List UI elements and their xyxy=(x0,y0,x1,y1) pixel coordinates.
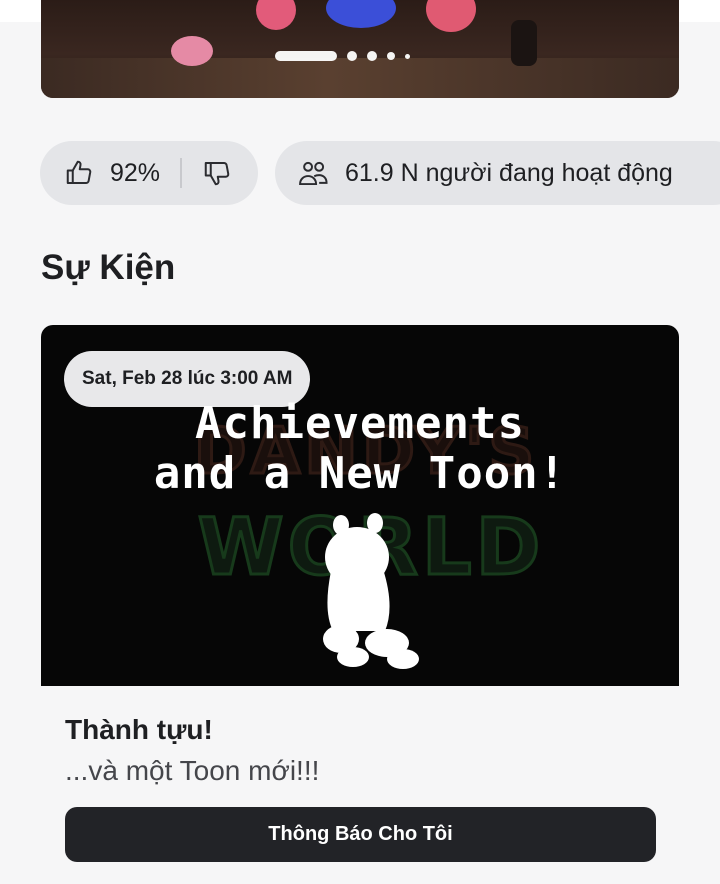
active-users-count: 61.9 N người đang hoạt động xyxy=(345,158,673,187)
toon-silhouette-icon xyxy=(323,513,419,669)
carousel-dot[interactable] xyxy=(346,51,357,61)
game-thumbnail-carousel[interactable] xyxy=(41,0,679,98)
active-users-pill: 61.9 N người đang hoạt động xyxy=(275,141,720,205)
like-percentage: 92% xyxy=(110,158,161,187)
notify-me-button[interactable]: Thông Báo Cho Tôi xyxy=(65,807,656,862)
carousel-dot[interactable] xyxy=(386,52,395,60)
event-headline-line1: Achievements xyxy=(195,398,525,449)
vote-divider xyxy=(180,158,183,188)
carousel-image-figure xyxy=(326,0,396,28)
thumbs-up-icon xyxy=(66,160,92,184)
carousel-dot[interactable] xyxy=(274,51,337,61)
upvote-button[interactable]: 92% xyxy=(64,158,160,188)
people-icon xyxy=(299,161,328,186)
downvote-button[interactable] xyxy=(202,158,232,188)
event-banner[interactable]: DANDY'S WORLD Sat, Feb 28 lúc 3:00 AM Ac… xyxy=(41,325,679,686)
vote-pill: 92% xyxy=(40,141,258,205)
event-headline-line2: and a New Toon! xyxy=(153,448,567,499)
event-banner-headline: Achievements and a New Toon! xyxy=(41,399,679,499)
carousel-pagination xyxy=(41,51,679,61)
event-description: ...và một Toon mới!!! xyxy=(65,755,320,786)
carousel-image-figure xyxy=(256,0,296,30)
event-title: Thành tựu! xyxy=(65,714,213,745)
events-section-title: Sự Kiện xyxy=(41,248,176,287)
carousel-image-figure xyxy=(426,0,476,32)
carousel-dot[interactable] xyxy=(404,53,410,59)
thumbs-down-icon xyxy=(204,162,230,186)
carousel-dot[interactable] xyxy=(366,51,377,61)
carousel-image-floor xyxy=(41,58,679,98)
